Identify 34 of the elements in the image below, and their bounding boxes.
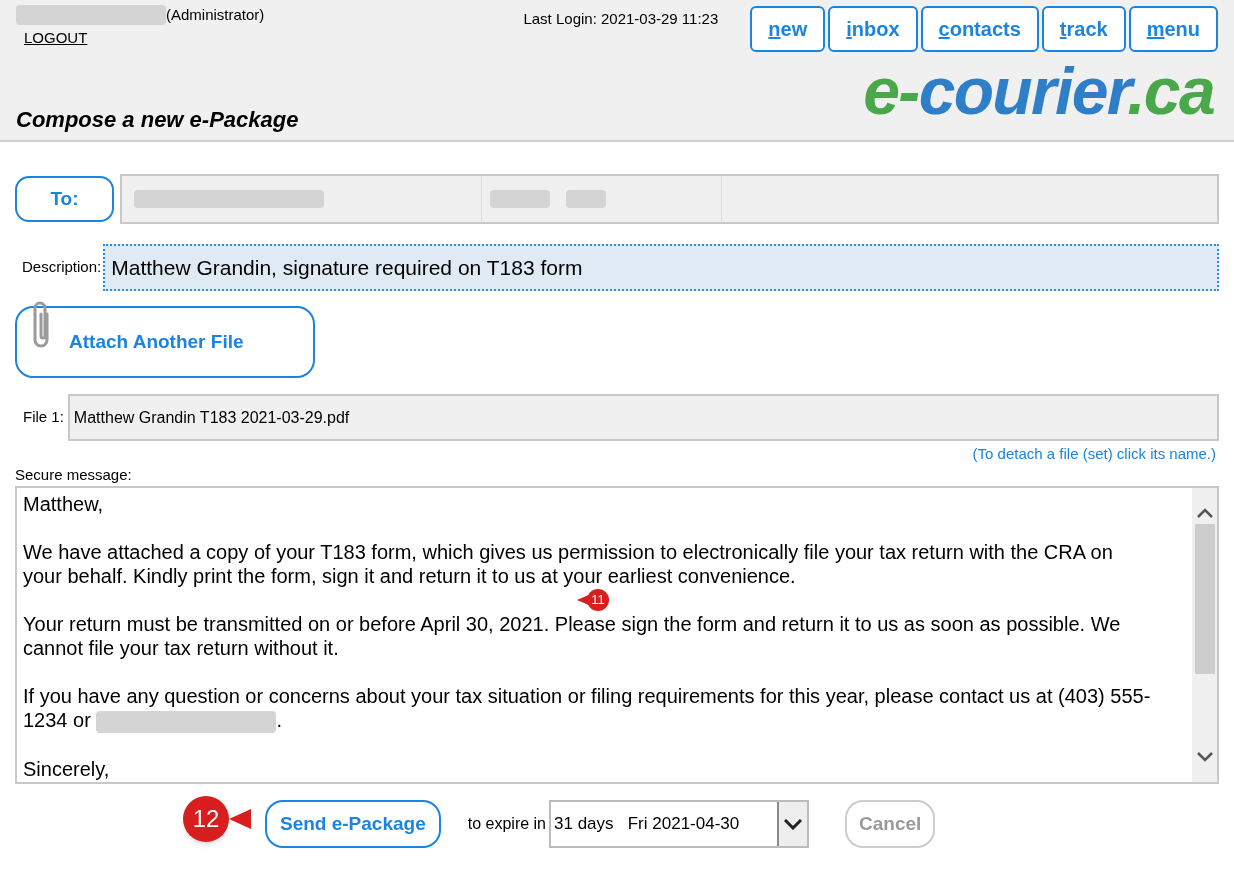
message-paragraph: If you have any question or concerns about your tax situation or filing requirements for this year, please contact us at (403) 555-1234 or . <box>23 684 1152 733</box>
expire-label: to expire in <box>467 814 546 834</box>
to-button[interactable]: To: <box>15 176 114 222</box>
file-name-field[interactable]: Matthew Grandin T183 2021-03-29.pdf <box>67 394 1219 441</box>
message-label: Secure message: <box>15 464 133 485</box>
redacted-block <box>490 190 550 208</box>
page-title: Compose a new e-Package <box>16 106 299 134</box>
nav-button[interactable]: contacts <box>920 6 1039 52</box>
scrollbar[interactable] <box>1192 488 1217 782</box>
message-paragraph: Matthew, <box>23 492 105 516</box>
nav-button[interactable]: new <box>750 6 826 52</box>
file-label: File 1: <box>23 407 64 427</box>
message-field[interactable] <box>15 486 1219 784</box>
recipient-field[interactable] <box>120 174 1219 224</box>
description-label: Description: <box>22 257 102 278</box>
message-paragraph: Sincerely, <box>23 756 111 781</box>
message-paragraph: Your return must be transmitted on or before April 30, 2021. Please sign the form and return it to us as soon as possible. We cannot file your tax return without it. <box>23 612 1122 660</box>
expire-select[interactable]: 31 days Fri 2021-04-30 <box>549 800 809 848</box>
nav-button[interactable]: menu <box>1128 6 1218 52</box>
redacted-block <box>566 190 606 208</box>
dropdown-caret-icon <box>784 818 802 830</box>
step-callout: 11 <box>577 589 609 611</box>
message-paragraph: We have attached a copy of your T183 form, which gives us permission to electronically file your tax return with the CRA on your behalf. Kindly print the form, sign it and return it to us at your earliest convenience. <box>23 540 1114 588</box>
scroll-up-icon[interactable] <box>1196 508 1213 518</box>
description-field[interactable]: Matthew Grandin, signature required on T183 form <box>103 244 1219 291</box>
send-button[interactable]: Send e-Package <box>265 800 441 848</box>
logo: e-courier.ca <box>863 56 1214 126</box>
nav-button[interactable]: inbox <box>828 6 918 52</box>
user-role: (Administrator) <box>166 5 265 25</box>
last-login: Last Login: 2021-03-29 11:23 <box>523 9 719 29</box>
nav-button[interactable]: track <box>1041 6 1126 52</box>
logout-link[interactable]: LOGOUT <box>24 26 88 49</box>
detach-hint: (To detach a file (set) click its name.) <box>972 444 1216 464</box>
scroll-down-icon[interactable] <box>1196 752 1213 762</box>
